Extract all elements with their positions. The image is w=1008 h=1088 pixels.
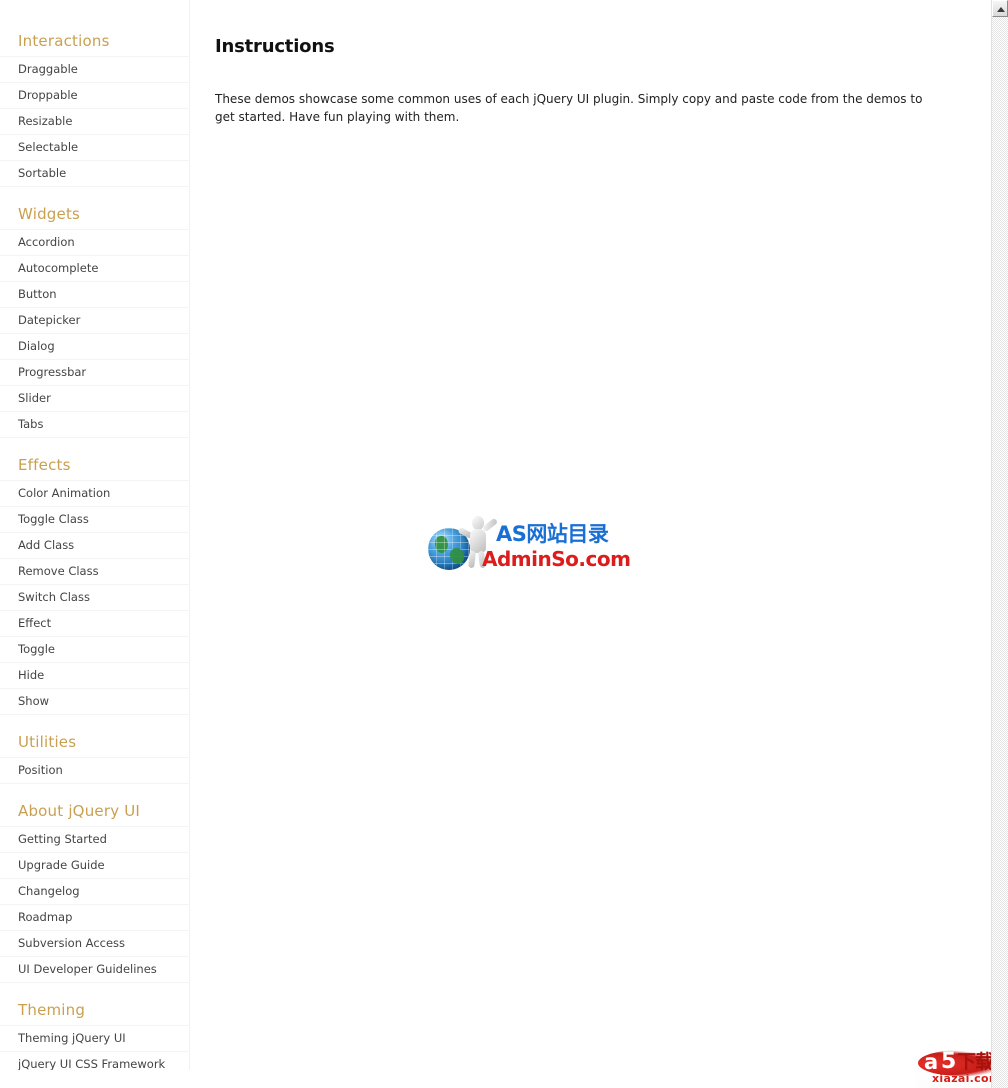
page-root: Interactions Draggable Droppable Resizable S… <box>0 0 1008 1088</box>
sidebar-item-getting-started[interactable]: Getting Started <box>0 826 189 853</box>
sidebar-item-add-class[interactable]: Add Class <box>0 533 189 559</box>
sidebar-section-list: Color Animation Toggle Class Add Class Remo… <box>0 480 189 715</box>
scroll-up-arrow-icon <box>997 7 1005 12</box>
sidebar-section-heading: Widgets <box>0 193 189 229</box>
sidebar-section-list: Position <box>0 757 189 784</box>
watermark-text: AS网站目录 AdminSo.com <box>482 522 631 570</box>
a5-chinese-text: 下载 <box>957 1051 994 1073</box>
sidebar-item-effect[interactable]: Effect <box>0 611 189 637</box>
sidebar-item-sortable[interactable]: Sortable <box>0 161 189 187</box>
demo-navigation-sidebar: Interactions Draggable Droppable Resizable S… <box>0 0 190 1070</box>
instructions-paragraph: These demos showcase some common uses of… <box>215 92 923 124</box>
sidebar-item-position[interactable]: Position <box>0 757 189 784</box>
sidebar-item-changelog[interactable]: Changelog <box>0 879 189 905</box>
vertical-scrollbar[interactable] <box>991 0 1008 1088</box>
sidebar-item-toggle-class[interactable]: Toggle Class <box>0 507 189 533</box>
a5-letter-a: a <box>924 1050 939 1074</box>
sidebar-item-droppable[interactable]: Droppable <box>0 83 189 109</box>
sidebar-item-upgrade-guide[interactable]: Upgrade Guide <box>0 853 189 879</box>
sidebar-section-heading: Utilities <box>0 721 189 757</box>
sidebar-item-resizable[interactable]: Resizable <box>0 109 189 135</box>
sidebar-item-show[interactable]: Show <box>0 689 189 715</box>
a5-digit-5: 5 <box>941 1049 957 1074</box>
sidebar-item-ui-developer-guidelines[interactable]: UI Developer Guidelines <box>0 957 189 983</box>
adminso-watermark: AS网站目录 AdminSo.com <box>428 514 631 574</box>
sidebar-item-tabs[interactable]: Tabs <box>0 412 189 438</box>
sidebar-item-subversion-access[interactable]: Subversion Access <box>0 931 189 957</box>
sidebar-item-draggable[interactable]: Draggable <box>0 56 189 83</box>
sidebar-section-heading: Effects <box>0 444 189 480</box>
sidebar-item-datepicker[interactable]: Datepicker <box>0 308 189 334</box>
figure-head <box>472 516 484 530</box>
sidebar-item-progressbar[interactable]: Progressbar <box>0 360 189 386</box>
sidebar-sections: Interactions Draggable Droppable Resizable S… <box>0 0 189 1070</box>
sidebar-item-remove-class[interactable]: Remove Class <box>0 559 189 585</box>
figure-left-leg <box>468 550 476 569</box>
sidebar-section-list: Accordion Autocomplete Button Datepicker Dia… <box>0 229 189 438</box>
sidebar-section-list: Getting Started Upgrade Guide Changelog Roa… <box>0 826 189 983</box>
page-title: Instructions <box>215 36 335 57</box>
scroll-up-button[interactable] <box>992 0 1008 17</box>
sidebar-section-heading: Theming <box>0 989 189 1025</box>
sidebar-item-toggle[interactable]: Toggle <box>0 637 189 663</box>
sidebar-item-slider[interactable]: Slider <box>0 386 189 412</box>
watermark-line-1: AS网站目录 <box>496 522 609 546</box>
sidebar-item-dialog[interactable]: Dialog <box>0 334 189 360</box>
sidebar-item-autocomplete[interactable]: Autocomplete <box>0 256 189 282</box>
sidebar-item-selectable[interactable]: Selectable <box>0 135 189 161</box>
sidebar-section-list: Theming jQuery UI jQuery UI CSS Framework… <box>0 1025 189 1070</box>
sidebar-item-color-animation[interactable]: Color Animation <box>0 480 189 507</box>
sidebar-item-hide[interactable]: Hide <box>0 663 189 689</box>
sidebar-item-theming-jquery-ui[interactable]: Theming jQuery UI <box>0 1025 189 1052</box>
sidebar-section-heading: About jQuery UI <box>0 790 189 826</box>
sidebar-section-list: Draggable Droppable Resizable Selectable Sor… <box>0 56 189 187</box>
sidebar-item-switch-class[interactable]: Switch Class <box>0 585 189 611</box>
sidebar-item-roadmap[interactable]: Roadmap <box>0 905 189 931</box>
watermark-line-2: AdminSo.com <box>482 547 631 571</box>
sidebar-item-button[interactable]: Button <box>0 282 189 308</box>
sidebar-item-jquery-ui-css-framework[interactable]: jQuery UI CSS Framework <box>0 1052 189 1070</box>
sidebar-section-heading: Interactions <box>0 0 189 56</box>
sidebar-item-accordion[interactable]: Accordion <box>0 229 189 256</box>
